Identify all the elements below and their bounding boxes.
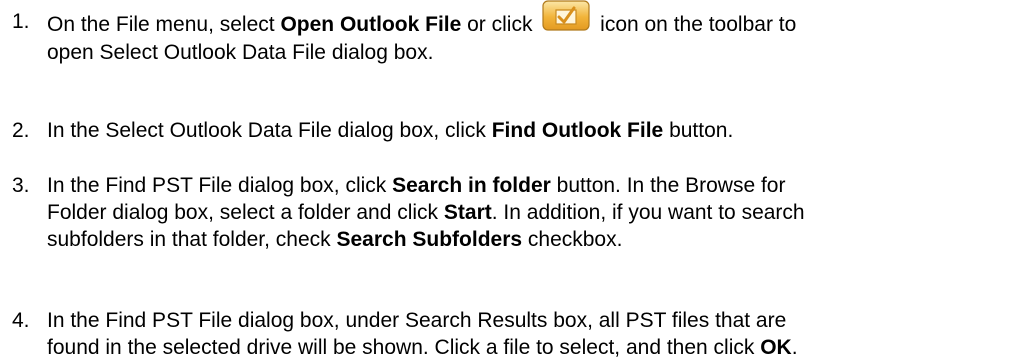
step-text-part: . — [791, 336, 798, 359]
step-line: subfolders in that folder, check Search … — [47, 226, 1022, 253]
button-name-start: Start — [443, 201, 492, 224]
step-line: In the Find PST File dialog box, under S… — [47, 307, 1022, 334]
button-name-find-outlook-file: Find Outlook File — [491, 119, 664, 142]
step-text-part: button. In the Browse for — [550, 174, 786, 197]
step-text: In the Select Outlook Data File dialog b… — [47, 117, 1022, 144]
step-text-part: open Select Outlook Data File dialog box… — [47, 41, 434, 64]
step-text: In the Find PST File dialog box, under S… — [47, 307, 1022, 361]
step-text-part: found in the selected drive will be show… — [47, 336, 761, 359]
step-text-part: . In addition, if you want to search — [491, 201, 805, 224]
button-name-search-in-folder: Search in folder — [392, 174, 551, 197]
step-number: 3. — [12, 174, 30, 197]
step-line: On the File menu, select Open Outlook Fi… — [47, 0, 1022, 39]
step-line: open Select Outlook Data File dialog box… — [47, 39, 1022, 66]
open-outlook-file-icon — [542, 0, 590, 31]
step-text-part: or click — [461, 13, 539, 36]
menu-item-open-outlook-file: Open Outlook File — [280, 13, 462, 36]
step-text-part: subfolders in that folder, check — [47, 228, 337, 251]
step-text: On the File menu, select Open Outlook Fi… — [47, 0, 1022, 66]
step-line: In the Find PST File dialog box, click S… — [47, 172, 1022, 199]
step-text: In the Find PST File dialog box, click S… — [47, 172, 1022, 253]
step-line: In the Select Outlook Data File dialog b… — [47, 117, 1022, 144]
button-name-ok: OK — [760, 336, 792, 359]
step-number: 1. — [12, 10, 30, 33]
step-number: 2. — [12, 119, 30, 142]
step-text-part: icon on the toolbar to — [594, 13, 797, 36]
step-number: 4. — [12, 309, 30, 332]
step-text-part: In the Find PST File dialog box, under S… — [47, 309, 787, 332]
step-text-part: On the File menu, select — [47, 13, 281, 36]
step-line: Folder dialog box, select a folder and c… — [47, 199, 1022, 226]
step-text-part: checkbox. — [522, 228, 623, 251]
checkbox-name-search-subfolders: Search Subfolders — [336, 228, 523, 251]
step-text-part: In the Select Outlook Data File dialog b… — [47, 119, 492, 142]
step-text-part: In the Find PST File dialog box, click — [47, 174, 393, 197]
step-line: found in the selected drive will be show… — [47, 334, 1022, 361]
step-text-part: Folder dialog box, select a folder and c… — [47, 201, 444, 224]
step-text-part: button. — [663, 119, 734, 142]
